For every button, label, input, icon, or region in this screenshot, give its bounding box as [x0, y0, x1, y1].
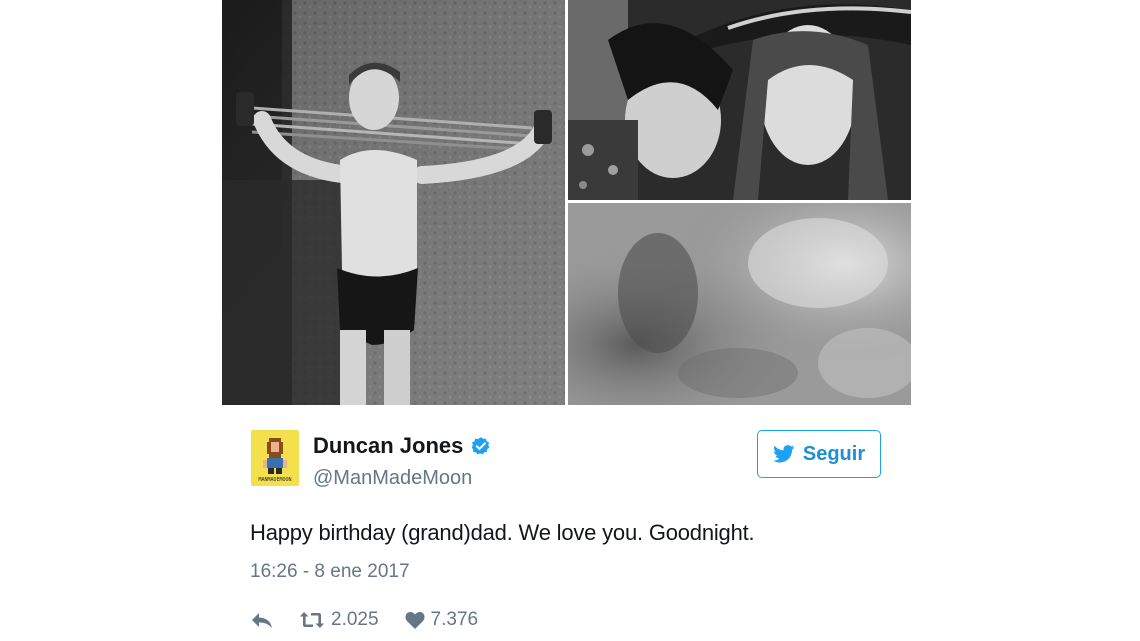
display-name[interactable]: Duncan Jones [313, 433, 463, 459]
photo-boy-exercising[interactable] [222, 0, 565, 405]
photo-two-women[interactable] [568, 0, 911, 200]
photo-abstract-texture[interactable] [568, 203, 911, 405]
retweet-button[interactable]: 2.025 [299, 609, 379, 631]
tweet-card: MANMADEMOON Duncan Jones @ManMadeMoon Se… [222, 0, 911, 641]
tweet-actions: 2.025 7.376 [250, 606, 478, 634]
like-button[interactable]: 7.376 [405, 609, 479, 631]
like-count: 7.376 [430, 609, 479, 630]
retweet-icon [300, 612, 324, 628]
tweet-timestamp[interactable]: 16:26 - 8 ene 2017 [250, 561, 410, 583]
verified-badge-icon [472, 437, 490, 455]
tweet-media-grid [222, 0, 911, 405]
heart-icon [405, 611, 425, 629]
author-handle[interactable]: @ManMadeMoon [313, 467, 472, 490]
reply-button[interactable] [250, 610, 274, 630]
avatar[interactable]: MANMADEMOON [251, 430, 299, 486]
follow-button-label: Seguir [802, 442, 866, 465]
follow-button[interactable]: Seguir [757, 430, 881, 478]
author-name-row: Duncan Jones [313, 431, 491, 461]
twitter-bird-icon [772, 445, 795, 463]
tweet-text: Happy birthday (grand)dad. We love you. … [250, 520, 755, 545]
avatar-caption: MANMADEMOON [258, 477, 292, 483]
retweet-count: 2.025 [331, 609, 379, 630]
reply-icon [252, 613, 272, 628]
